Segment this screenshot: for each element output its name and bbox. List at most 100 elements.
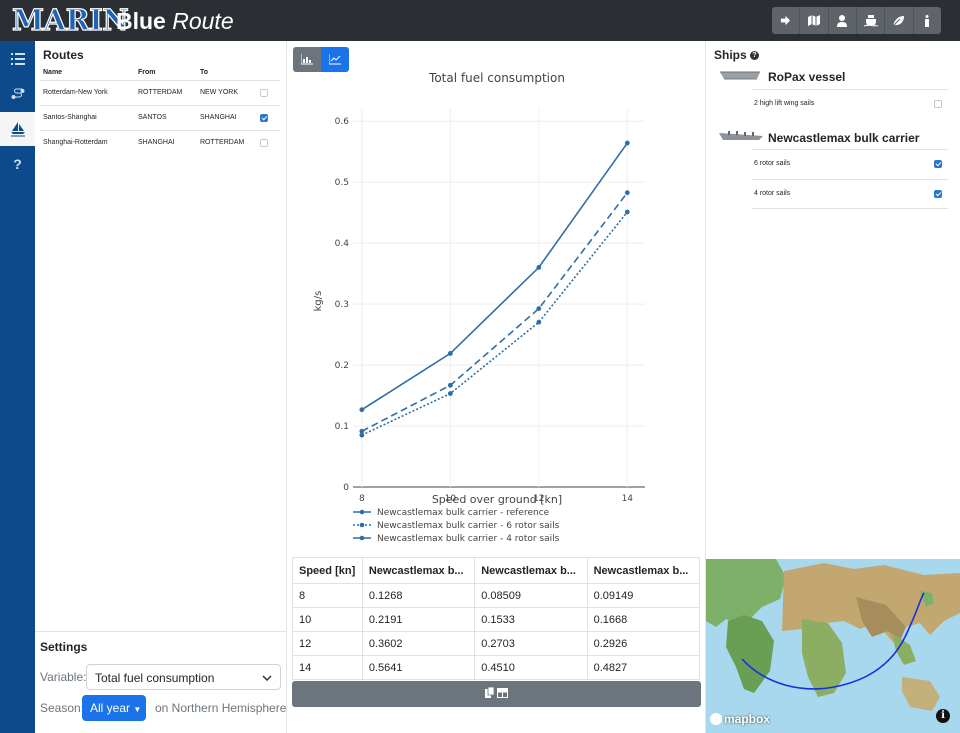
x-axis-label: Speed over ground [kn] xyxy=(432,493,562,506)
data-point xyxy=(359,428,365,434)
sailboat-icon[interactable] xyxy=(0,112,35,146)
user-icon[interactable] xyxy=(829,7,857,34)
table-cell: 0.2926 xyxy=(586,631,701,656)
y-tick-label: 0.1 xyxy=(335,422,349,432)
route-row[interactable]: Santos-Shanghai SANTOS SHANGHAI xyxy=(40,104,280,130)
header-toolbar xyxy=(772,7,941,34)
chart-title: Total fuel consumption xyxy=(428,71,565,85)
table-cell: 14 xyxy=(292,655,363,680)
sail-option-ropax-1[interactable]: 2 high lift wing sails xyxy=(752,89,948,119)
route-row[interactable]: Rotterdam-New York ROTTERDAM NEW YORK xyxy=(40,79,280,105)
data-point xyxy=(447,382,453,388)
map-icon[interactable] xyxy=(800,7,829,34)
data-point xyxy=(359,407,365,413)
route-to: ROTTERDAM xyxy=(197,129,257,155)
marin-logo[interactable]: MARIN xyxy=(11,2,129,38)
route-name: Shanghai-Rotterdam xyxy=(40,129,135,155)
legend-label: Newcastlemax bulk carrier - reference xyxy=(377,508,550,518)
ship-icon[interactable] xyxy=(857,7,886,34)
sail-label: 6 rotor sails xyxy=(754,160,791,167)
table-cell: 0.1268 xyxy=(361,583,476,608)
copy-icon xyxy=(485,685,495,703)
variable-select[interactable]: Total fuel consumption xyxy=(86,664,281,690)
list-icon[interactable] xyxy=(0,42,35,76)
sail-checkbox[interactable] xyxy=(934,100,942,108)
route-to: SHANGHAI xyxy=(197,104,257,130)
sail-option-bulk-2[interactable]: 4 rotor sails xyxy=(752,179,948,209)
ships-title-text: Ships xyxy=(714,48,747,62)
table-cell: 0.1533 xyxy=(474,607,588,632)
settings-section: Settings Variable: Total fuel consumptio… xyxy=(35,631,287,721)
ships-panel: Ships ? RoPax vessel 2 high lift wing sa… xyxy=(706,41,960,559)
table-cell: 0.4827 xyxy=(586,655,701,680)
app-title-italic: Route xyxy=(172,8,234,34)
data-point xyxy=(624,140,630,146)
legend-label: Newcastlemax bulk carrier - 4 rotor sail… xyxy=(377,534,560,544)
data-point xyxy=(536,264,542,270)
season-dropdown[interactable]: All year ▼ xyxy=(82,695,146,721)
table-row: 8 0.1268 0.08509 0.09149 xyxy=(292,583,701,608)
side-nav: ? xyxy=(0,41,35,733)
data-point xyxy=(536,306,542,312)
sail-label: 4 rotor sails xyxy=(754,190,791,197)
copy-table-button[interactable] xyxy=(292,681,701,707)
logout-icon[interactable] xyxy=(772,7,801,34)
mapbox-text: mapbox xyxy=(724,712,771,726)
sail-option-bulk-1[interactable]: 6 rotor sails xyxy=(752,149,948,179)
route-to: NEW YORK xyxy=(197,79,257,105)
variable-value: Total fuel consumption xyxy=(95,671,215,685)
bulk-carrier-image xyxy=(718,129,764,148)
table-header: Speed [kn] xyxy=(292,557,363,584)
ships-title: Ships ? xyxy=(714,48,760,62)
world-map xyxy=(706,559,960,711)
x-tick-label: 14 xyxy=(622,494,634,504)
variable-label: Variable: xyxy=(40,670,87,684)
data-point xyxy=(624,209,630,215)
hemisphere-text: on Northern Hemisphere xyxy=(155,701,287,715)
route-checkbox[interactable] xyxy=(260,113,268,122)
col-from: From xyxy=(138,69,156,77)
table-icon xyxy=(497,685,508,703)
route-checkbox[interactable] xyxy=(260,138,268,147)
app-title: Blue Route xyxy=(116,8,234,34)
route-checkbox[interactable] xyxy=(260,88,268,97)
info-icon[interactable] xyxy=(914,7,941,34)
help-icon[interactable]: ? xyxy=(750,51,760,61)
route-name: Santos-Shanghai xyxy=(40,104,135,130)
route-from: SANTOS xyxy=(135,104,197,130)
y-axis-label: kg/s xyxy=(313,291,324,312)
route-icon[interactable] xyxy=(0,77,35,111)
sail-checkbox[interactable] xyxy=(934,190,942,198)
table-header: Newcastlemax b... xyxy=(361,557,476,584)
settings-title: Settings xyxy=(40,640,88,654)
season-value: All year xyxy=(90,701,131,715)
mapbox-attribution[interactable]: mapbox xyxy=(710,712,770,726)
table-cell: 12 xyxy=(292,631,363,656)
routes-table: Name From To Rotterdam-New York ROTTERDAM… xyxy=(40,66,280,155)
route-map[interactable]: mapbox i xyxy=(706,559,960,733)
table-header: Newcastlemax b... xyxy=(586,557,701,584)
chevron-down-icon xyxy=(262,670,272,684)
data-point xyxy=(447,391,453,396)
map-info-icon[interactable]: i xyxy=(936,709,950,723)
table-row: 14 0.5641 0.4510 0.4827 xyxy=(292,655,701,680)
table-header: Newcastlemax b... xyxy=(474,557,588,584)
ship-name-bulk-carrier: Newcastlemax bulk carrier xyxy=(768,131,920,145)
col-to: To xyxy=(200,69,209,77)
legend-marker xyxy=(359,535,365,541)
table-cell: 0.08509 xyxy=(474,583,588,608)
y-tick-label: 0 xyxy=(343,483,349,493)
y-tick-label: 0.4 xyxy=(335,239,350,249)
leaf-icon[interactable] xyxy=(885,7,914,34)
ropax-ship-image xyxy=(718,69,762,88)
data-table: Speed [kn] Newcastlemax b... Newcastlemax … xyxy=(292,557,701,680)
ship-name-ropax: RoPax vessel xyxy=(768,70,846,84)
series-line xyxy=(361,211,628,436)
sail-checkbox[interactable] xyxy=(934,160,942,168)
table-cell: 0.4510 xyxy=(474,655,588,680)
route-row[interactable]: Shanghai-Rotterdam SHANGHAI ROTTERDAM xyxy=(40,129,280,155)
question-icon[interactable]: ? xyxy=(0,147,35,181)
mapbox-logo-icon xyxy=(710,713,722,725)
route-from: SHANGHAI xyxy=(135,129,197,155)
route-name: Rotterdam-New York xyxy=(40,79,135,105)
